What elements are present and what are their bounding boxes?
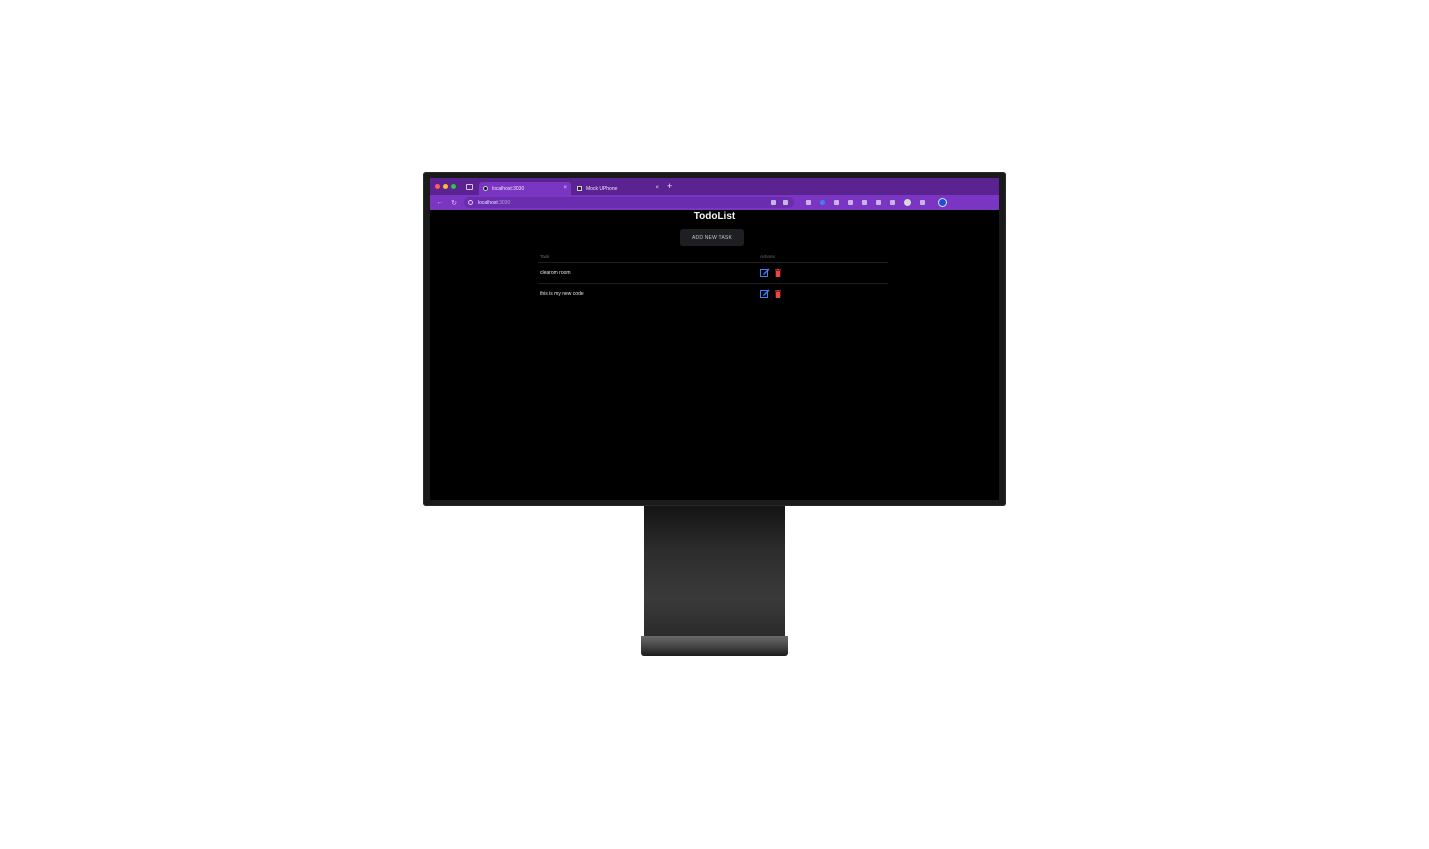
extension-icon[interactable] (806, 200, 811, 205)
todo-app-page: TodoList ADD NEW TASK Task Actions clear… (430, 210, 999, 500)
puzzle-extensions-icon[interactable] (890, 200, 895, 205)
reload-icon[interactable]: ↻ (450, 199, 458, 207)
browser-toolbar: ← ↻ localhost :3030 (430, 195, 999, 210)
tab-label: localhost:3030 (492, 185, 525, 192)
extension-icon[interactable] (834, 200, 839, 205)
browser-tab-mock-uphone[interactable]: Mock UPhone × (573, 182, 663, 195)
tab-close-icon[interactable]: × (655, 185, 659, 191)
tab-label: Mock UPhone (586, 185, 618, 192)
task-text: this is my new code (540, 291, 584, 297)
table-header: Task Actions (538, 251, 888, 262)
close-window-button[interactable] (435, 184, 440, 189)
url-host: localhost (478, 199, 498, 206)
row-actions (760, 289, 781, 298)
bookmark-star-icon[interactable] (783, 200, 788, 205)
profile-icon[interactable] (938, 198, 947, 207)
browser-tab-bar: localhost:3030 × Mock UPhone × + (430, 178, 999, 195)
page-title: TodoList (693, 211, 736, 222)
edit-icon[interactable] (760, 289, 770, 298)
extension-icon[interactable] (848, 200, 853, 205)
column-header-actions: Actions (760, 254, 775, 259)
monitor-stand (644, 506, 785, 638)
url-port: :3030 (497, 199, 511, 206)
extensions-row (806, 198, 947, 207)
delete-icon[interactable] (775, 268, 781, 277)
maximize-window-button[interactable] (451, 184, 456, 189)
tab-close-icon[interactable]: × (563, 185, 567, 191)
back-icon[interactable]: ← (436, 199, 444, 206)
edit-icon[interactable] (760, 268, 770, 277)
delete-icon[interactable] (775, 289, 781, 298)
row-actions (760, 268, 781, 277)
task-table: Task Actions clearom room this is my new… (538, 251, 888, 304)
downloads-icon[interactable] (920, 200, 925, 205)
tab-favicon-icon (577, 186, 582, 191)
monitor-screen: localhost:3030 × Mock UPhone × + ← ↻ loc… (430, 178, 999, 500)
monitor-stand-base (641, 636, 788, 656)
sidebar-toggle-icon[interactable] (466, 183, 473, 190)
new-tab-button[interactable]: + (667, 182, 672, 191)
extension-icon[interactable] (820, 200, 825, 205)
extension-icon[interactable] (876, 200, 881, 205)
minimize-window-button[interactable] (443, 184, 448, 189)
install-app-icon[interactable] (771, 200, 776, 205)
window-controls (435, 184, 456, 189)
table-row: this is my new code (538, 283, 888, 304)
address-bar[interactable]: localhost :3030 (464, 197, 794, 208)
account-avatar-icon[interactable] (904, 199, 911, 206)
task-text: clearom room (540, 270, 571, 276)
site-info-icon[interactable] (468, 200, 473, 205)
table-row: clearom room (538, 262, 888, 283)
column-header-task: Task (540, 254, 550, 259)
browser-tab-localhost[interactable]: localhost:3030 × (479, 182, 571, 195)
tab-favicon-icon (483, 186, 488, 191)
extension-icon[interactable] (862, 200, 867, 205)
add-new-task-button[interactable]: ADD NEW TASK (680, 229, 744, 246)
